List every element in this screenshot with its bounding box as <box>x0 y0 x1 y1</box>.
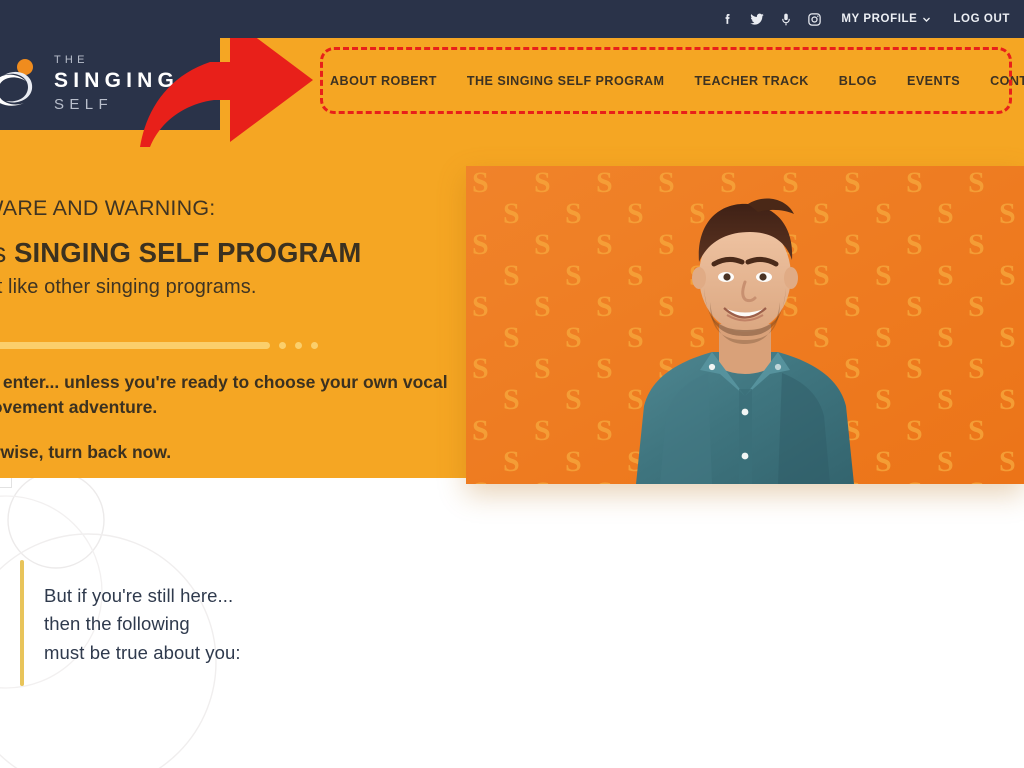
nav-item-teacher-track[interactable]: TEACHER TRACK <box>694 74 808 88</box>
instagram-icon[interactable] <box>806 11 823 28</box>
quote-line-2: then the following <box>44 613 190 635</box>
quote-block: But if you're still here... then the fol… <box>44 582 241 667</box>
logo-line-the: THE <box>54 53 89 66</box>
nav-item-about-robert[interactable]: ABOUT ROBERT <box>330 74 437 88</box>
hero-subhead: is not like other singing programs. <box>0 276 257 299</box>
utility-bar: MY PROFILE LOG OUT <box>0 0 1024 38</box>
hero-eyebrow: BEWARE AND WARNING: <box>0 196 216 220</box>
logo-wordmark: THE SINGING SELF <box>54 54 179 115</box>
nav-item-events[interactable]: EVENTS <box>907 74 960 88</box>
hero-text-block: BEWARE AND WARNING: This SINGING SELF PR… <box>0 196 474 299</box>
main-navigation: ABOUT ROBERT THE SINGING SELF PROGRAM TE… <box>330 74 1024 88</box>
nav-item-blog[interactable]: BLOG <box>839 74 877 88</box>
hero-paragraph-1: Don't enter... unless you're ready to ch… <box>0 372 448 417</box>
quote-line-1: But if you're still here... <box>44 585 234 606</box>
microphone-icon[interactable] <box>777 11 794 28</box>
my-profile-label: MY PROFILE <box>841 13 918 25</box>
divider-line <box>0 342 270 349</box>
twitter-icon[interactable] <box>748 11 765 28</box>
chevron-down-icon <box>923 17 931 22</box>
quote-line-3: must be true about you: <box>44 641 241 663</box>
logo-mark-icon <box>0 55 40 113</box>
divider-dot-2 <box>295 342 302 349</box>
hero-body-block: Don't enter... unless you're ready to ch… <box>0 370 474 465</box>
hero-headline-lead: This <box>0 237 6 268</box>
facebook-icon[interactable] <box>719 11 736 28</box>
divider-dot-1 <box>279 342 286 349</box>
log-out-button[interactable]: LOG OUT <box>953 13 1010 25</box>
portrait-photo <box>636 198 854 484</box>
hero-divider <box>0 342 318 349</box>
hero-headline: This SINGING SELF PROGRAM <box>0 237 474 269</box>
nav-item-the-singing-self-program[interactable]: THE SINGING SELF PROGRAM <box>467 74 665 88</box>
quote-accent-bar <box>20 560 24 686</box>
divider-dot-3 <box>311 342 318 349</box>
hero-paragraph-2: Otherwise, turn back now. <box>0 441 172 462</box>
hero-image-card: S S <box>466 166 1024 484</box>
hero-headline-strong: SINGING SELF PROGRAM <box>14 237 362 268</box>
my-profile-menu[interactable]: MY PROFILE <box>841 13 931 25</box>
nav-item-contact[interactable]: CONTACT <box>990 74 1024 88</box>
logo-line-singing: SINGING <box>54 69 180 93</box>
site-logo[interactable]: THE SINGING SELF <box>0 38 220 130</box>
social-icon-group <box>719 11 823 28</box>
logo-line-self: SELF <box>54 95 114 113</box>
page-root: But if you're still here... then the fol… <box>0 0 1024 768</box>
